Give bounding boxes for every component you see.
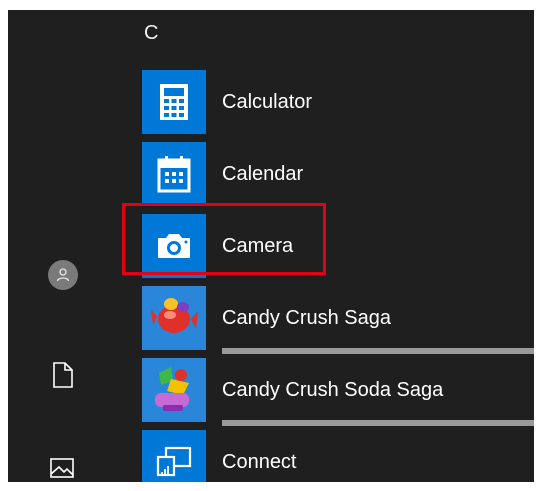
pictures-icon[interactable] [50, 458, 74, 482]
user-avatar-icon[interactable] [48, 260, 78, 290]
app-label: Calendar [222, 163, 304, 185]
calendar-icon [142, 142, 206, 206]
document-icon[interactable] [52, 362, 74, 393]
app-label: Calculator [222, 91, 313, 113]
install-progress-fill [222, 348, 534, 354]
section-letter-header[interactable]: C [144, 22, 158, 45]
camera-highlight-box [122, 203, 326, 275]
app-label: Candy Crush Saga [222, 307, 391, 329]
calculator-icon [142, 70, 206, 134]
connect-icon [142, 430, 206, 482]
app-item-calculator[interactable]: Calculator [142, 70, 534, 134]
install-progress-bar [222, 420, 534, 426]
app-label: Connect [222, 451, 297, 473]
candy-crush-saga-icon [142, 286, 206, 350]
app-item-calendar[interactable]: Calendar [142, 142, 534, 206]
app-item-connect[interactable]: Connect [142, 430, 534, 482]
app-item-candy-crush-soda-saga[interactable]: Candy Crush Soda Saga [142, 358, 534, 426]
install-progress-bar [222, 348, 534, 354]
install-progress-fill [222, 420, 534, 426]
candy-crush-soda-saga-icon [142, 358, 206, 422]
app-label: Candy Crush Soda Saga [222, 379, 444, 401]
app-item-candy-crush-saga[interactable]: Candy Crush Saga [142, 286, 534, 354]
start-menu-rail [8, 10, 118, 482]
